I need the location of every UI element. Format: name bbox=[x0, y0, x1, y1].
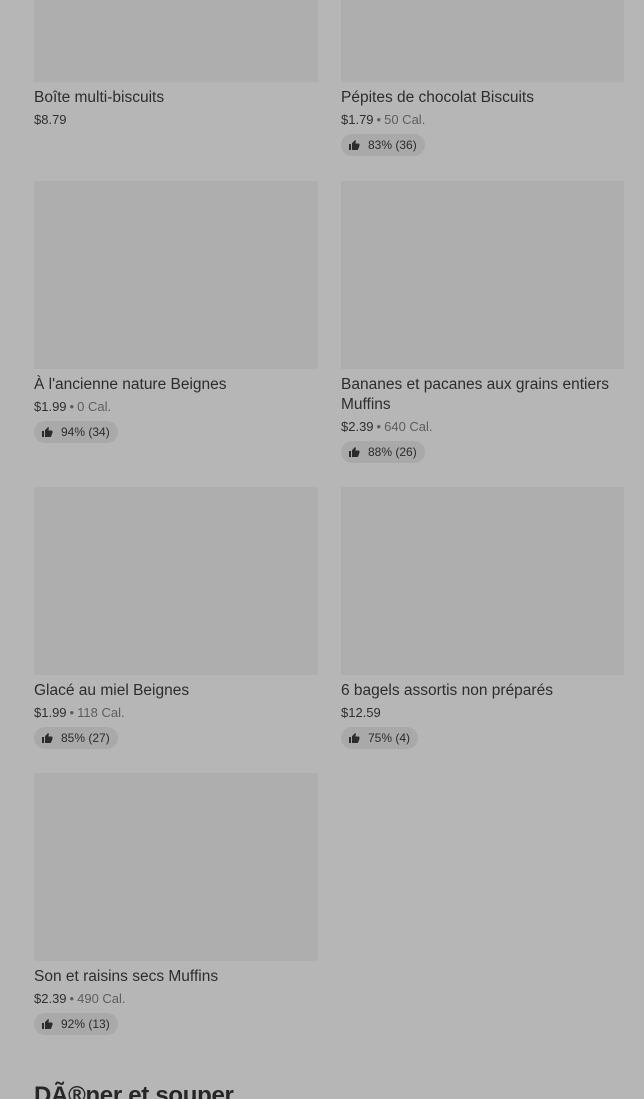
item-name: Son et raisins secs Muffins bbox=[34, 968, 219, 985]
item-image[interactable] bbox=[34, 181, 318, 369]
item-name: Glacé au miel Beignes bbox=[34, 682, 190, 699]
item-image[interactable] bbox=[34, 773, 318, 961]
item-name: 6 bagels assortis non préparés bbox=[341, 682, 553, 699]
menu-item-card[interactable]: 6 bagels assortis non préparés $12.59 75… bbox=[341, 487, 624, 749]
thumbs-up-icon bbox=[349, 140, 360, 150]
thumbs-up-icon bbox=[349, 733, 360, 743]
item-meta: $1.99 • 118 Cal. bbox=[34, 704, 318, 721]
separator-dot: • bbox=[69, 991, 75, 1006]
item-price: $1.99 bbox=[34, 705, 67, 720]
item-meta: $2.39 • 490 Cal. bbox=[34, 990, 318, 1007]
item-image[interactable] bbox=[341, 0, 624, 82]
separator-dot: • bbox=[376, 112, 382, 127]
rating-badge: 85% (27) bbox=[34, 727, 118, 749]
item-image[interactable] bbox=[34, 487, 318, 675]
rating-text: 94% (34) bbox=[61, 425, 110, 439]
thumbs-up-icon bbox=[42, 427, 53, 437]
rating-text: 85% (27) bbox=[61, 731, 110, 745]
menu-item-card[interactable]: Boîte multi-biscuits $8.79 bbox=[34, 0, 318, 128]
item-calories: 118 Cal. bbox=[77, 705, 125, 720]
item-name: À l'ancienne nature Beignes bbox=[34, 376, 227, 393]
rating-badge: 88% (26) bbox=[341, 441, 425, 463]
item-name: Boîte multi-biscuits bbox=[34, 89, 165, 106]
menu-item-card[interactable]: À l'ancienne nature Beignes $1.99 • 0 Cal.… bbox=[34, 181, 318, 443]
section-heading: DÃ®ner et souper bbox=[34, 1082, 234, 1099]
item-image[interactable] bbox=[34, 0, 318, 82]
menu-item-card[interactable]: Son et raisins secs Muffins $2.39 • 490 Ca… bbox=[34, 773, 318, 1035]
item-calories: 490 Cal. bbox=[77, 991, 126, 1006]
menu-item-card[interactable]: Glacé au miel Beignes $1.99 • 118 Cal. 85%… bbox=[34, 487, 318, 749]
item-price: $8.79 bbox=[34, 112, 67, 127]
thumbs-up-icon bbox=[42, 1019, 53, 1029]
separator-dot: • bbox=[376, 419, 382, 434]
separator-dot: • bbox=[69, 399, 75, 414]
rating-badge: 92% (13) bbox=[34, 1013, 118, 1035]
separator-dot: • bbox=[69, 705, 75, 720]
rating-text: 92% (13) bbox=[61, 1017, 110, 1031]
rating-text: 88% (26) bbox=[368, 445, 417, 459]
item-price: $2.39 bbox=[341, 419, 374, 434]
item-image[interactable] bbox=[341, 487, 624, 675]
item-price: $2.39 bbox=[34, 991, 67, 1006]
item-calories: 0 Cal. bbox=[77, 399, 112, 414]
rating-text: 83% (36) bbox=[368, 138, 417, 152]
item-meta: $1.79 • 50 Cal. bbox=[341, 111, 624, 128]
item-price: $1.79 bbox=[341, 112, 374, 127]
rating-badge: 75% (4) bbox=[341, 727, 419, 749]
menu-item-card[interactable]: Pépites de chocolat Biscuits $1.79 • 50 Ca… bbox=[341, 0, 624, 156]
item-calories: 640 Cal. bbox=[384, 419, 433, 434]
item-calories: 50 Cal. bbox=[384, 112, 426, 127]
item-price: $12.59 bbox=[341, 705, 381, 720]
item-price: $1.99 bbox=[34, 399, 67, 414]
item-meta: $12.59 bbox=[341, 704, 624, 721]
item-name: Pépites de chocolat Biscuits bbox=[341, 89, 534, 106]
item-meta: $8.79 bbox=[34, 111, 318, 128]
thumbs-up-icon bbox=[42, 733, 53, 743]
item-meta: $1.99 • 0 Cal. bbox=[34, 398, 318, 415]
rating-text: 75% (4) bbox=[368, 731, 411, 745]
menu-page: Boîte multi-biscuits $8.79 Pépites de ch… bbox=[0, 0, 644, 1099]
menu-item-card[interactable]: Bananes et pacanes aux grains entiers Mu… bbox=[341, 181, 624, 463]
item-meta: $2.39 • 640 Cal. bbox=[341, 418, 624, 435]
rating-badge: 83% (36) bbox=[341, 134, 425, 156]
rating-badge: 94% (34) bbox=[34, 421, 118, 443]
item-image[interactable] bbox=[341, 181, 624, 369]
item-name: Bananes et pacanes aux grains entiers Mu… bbox=[341, 376, 609, 413]
thumbs-up-icon bbox=[349, 447, 360, 457]
